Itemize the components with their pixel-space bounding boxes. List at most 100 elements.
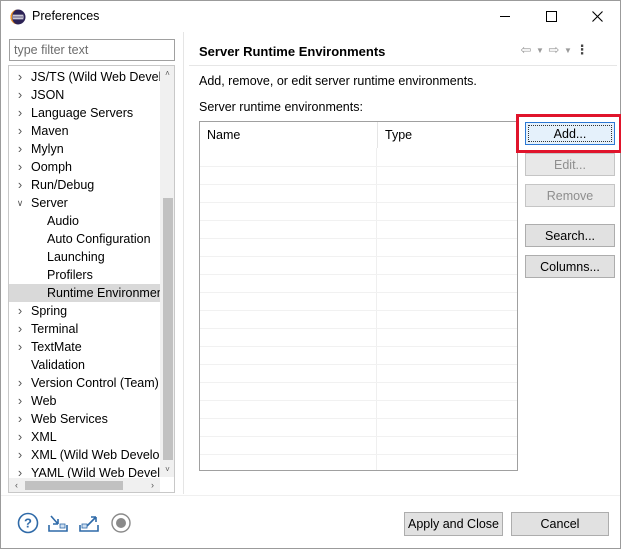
cancel-label: Cancel [540, 517, 580, 531]
tree-item-label: Runtime Environmen [47, 286, 161, 300]
table-row-line [200, 184, 517, 185]
forward-arrow-icon[interactable]: ⇨ [547, 42, 561, 58]
table-row-line [200, 274, 517, 275]
tree-item[interactable]: › TextMate [9, 338, 161, 356]
back-arrow-icon[interactable]: ⇦ [519, 42, 533, 58]
tree-item[interactable]: Validation [9, 356, 161, 374]
chevron-right-icon[interactable]: › [16, 158, 24, 176]
apply-and-close-button[interactable]: Apply and Close [404, 512, 503, 536]
pane-divider[interactable] [183, 32, 184, 494]
tree-item[interactable]: › Web Services [9, 410, 161, 428]
tree-item-label: Audio [47, 214, 79, 228]
record-icon[interactable] [110, 512, 132, 534]
column-header-name[interactable]: Name [200, 122, 377, 148]
tree-item[interactable]: Launching [9, 248, 161, 266]
chevron-right-icon[interactable]: › [16, 140, 24, 158]
cancel-button[interactable]: Cancel [511, 512, 609, 536]
chevron-right-icon[interactable]: › [16, 338, 24, 356]
scroll-right-icon[interactable]: › [145, 478, 160, 492]
chevron-right-icon[interactable]: › [16, 86, 24, 104]
scroll-left-icon[interactable]: ‹ [9, 478, 24, 492]
tree-vertical-scrollbar[interactable]: ˄ ˅ [160, 66, 174, 477]
tree-item[interactable]: › JS/TS (Wild Web Develo [9, 68, 161, 86]
tree-item-label: JS/TS (Wild Web Develo [31, 70, 161, 84]
tree-item[interactable]: › JSON [9, 86, 161, 104]
table-row-line [200, 436, 517, 437]
chevron-down-icon[interactable]: ▼ [535, 46, 545, 55]
chevron-right-icon[interactable]: › [16, 122, 24, 140]
filter-input[interactable] [9, 39, 175, 61]
edit-button[interactable]: Edit... [525, 153, 615, 176]
import-icon[interactable] [47, 512, 69, 534]
tree-item[interactable]: › XML [9, 428, 161, 446]
tree-item-label: TextMate [31, 340, 82, 354]
chevron-right-icon[interactable]: › [16, 176, 24, 194]
tree-item-label: Validation [31, 358, 85, 372]
tree-item[interactable]: › Web [9, 392, 161, 410]
export-icon[interactable] [78, 512, 100, 534]
tree-item[interactable]: › Terminal [9, 320, 161, 338]
tree-item[interactable]: Profilers [9, 266, 161, 284]
minimize-button[interactable] [482, 1, 528, 32]
scroll-thumb[interactable] [25, 481, 123, 490]
tree-item[interactable]: › XML (Wild Web Develop [9, 446, 161, 464]
add-button[interactable]: Add... [525, 122, 615, 145]
chevron-right-icon[interactable]: › [16, 104, 24, 122]
columns-button-label: Columns... [540, 259, 600, 274]
chevron-right-icon[interactable]: › [16, 68, 24, 86]
chevron-right-icon[interactable]: › [16, 410, 24, 428]
chevron-down-icon[interactable]: ▼ [563, 46, 573, 55]
help-icon[interactable]: ? [17, 512, 39, 534]
table-row-line [200, 238, 517, 239]
eclipse-icon [10, 9, 26, 25]
tree-item-label: Web [31, 394, 57, 408]
tree-item[interactable]: Audio [9, 212, 161, 230]
chevron-right-icon[interactable]: › [16, 446, 24, 464]
columns-button[interactable]: Columns... [525, 255, 615, 278]
svg-text:?: ? [24, 516, 32, 531]
preferences-tree[interactable]: › JS/TS (Wild Web Develo › JSON › Language Se… [8, 65, 175, 493]
chevron-right-icon[interactable]: › [16, 392, 24, 410]
tree-item-label: XML [31, 430, 57, 444]
tree-item-label: Spring [31, 304, 68, 318]
search-button[interactable]: Search... [525, 224, 615, 247]
edit-button-label: Edit... [554, 157, 586, 172]
table-row-line [200, 256, 517, 257]
page-description: Add, remove, or edit server runtime envi… [199, 74, 477, 88]
table-row-line [200, 400, 517, 401]
column-header-type[interactable]: Type [377, 122, 517, 148]
tree-item[interactable]: › Run/Debug [9, 176, 161, 194]
table-row-line [200, 454, 517, 455]
maximize-button[interactable] [528, 1, 574, 32]
chevron-right-icon[interactable]: › [16, 320, 24, 338]
tree-item[interactable]: › Mylyn [9, 140, 161, 158]
search-button-label: Search... [544, 228, 596, 243]
tree-item-label: Auto Configuration [47, 232, 151, 246]
close-button[interactable] [574, 1, 620, 32]
chevron-down-icon[interactable]: ∨ [16, 194, 24, 212]
table-row-line [200, 220, 517, 221]
tree-item[interactable]: › Spring [9, 302, 161, 320]
runtime-environments-table[interactable]: Name Type [199, 121, 518, 471]
chevron-right-icon[interactable]: › [16, 428, 24, 446]
header-separator [189, 65, 617, 66]
tree-item[interactable]: Auto Configuration [9, 230, 161, 248]
remove-button[interactable]: Remove [525, 184, 615, 207]
scroll-up-icon[interactable]: ˄ [160, 66, 174, 81]
tree-item[interactable]: › Language Servers [9, 104, 161, 122]
tree-item[interactable]: Runtime Environmen [9, 284, 161, 302]
more-vertical-icon[interactable]: ⋮ [575, 42, 589, 58]
tree-horizontal-scrollbar[interactable]: ‹ › [9, 478, 160, 492]
tree-item[interactable]: › Version Control (Team) [9, 374, 161, 392]
tree-item-label: Version Control (Team) [31, 376, 159, 390]
tree-item-label: Run/Debug [31, 178, 95, 192]
tree-item[interactable]: › Maven [9, 122, 161, 140]
tree-item[interactable]: ∨ Server [9, 194, 161, 212]
scroll-thumb[interactable] [163, 198, 173, 460]
table-row-line [200, 382, 517, 383]
chevron-right-icon[interactable]: › [16, 374, 24, 392]
scroll-down-icon[interactable]: ˅ [160, 462, 174, 477]
table-row-line [200, 292, 517, 293]
chevron-right-icon[interactable]: › [16, 302, 24, 320]
tree-item[interactable]: › Oomph [9, 158, 161, 176]
